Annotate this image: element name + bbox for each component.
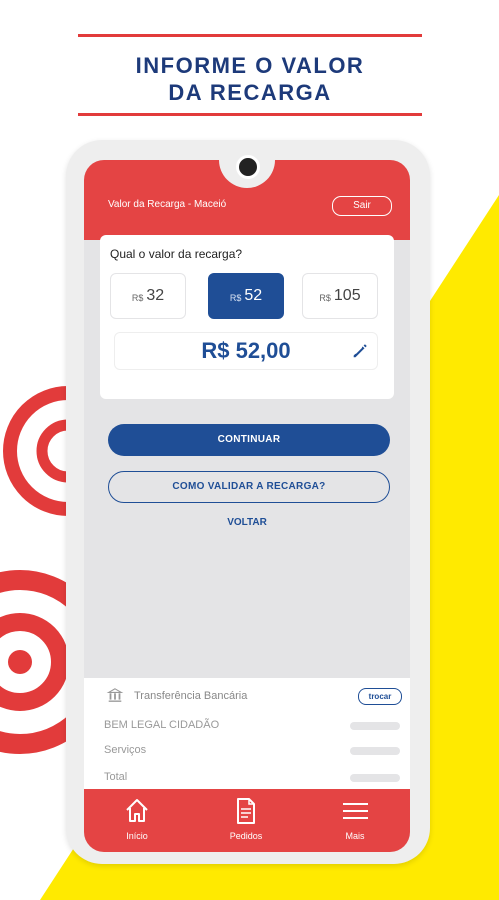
promo-title: INFORME O VALOR DA RECARGA: [78, 52, 422, 106]
value-placeholder: [350, 774, 400, 782]
continue-button[interactable]: CONTINUAR: [108, 424, 390, 456]
back-link[interactable]: VOLTAR: [84, 517, 410, 528]
amount-value: R$ 52,00: [201, 338, 291, 363]
currency-label: R$: [319, 293, 331, 303]
currency-label: R$: [229, 293, 242, 303]
payment-method: Transferência Bancária: [134, 690, 248, 702]
bank-transfer-icon: [106, 688, 124, 702]
option-amount: 32: [146, 287, 165, 304]
front-camera: [236, 155, 260, 179]
nav-label: Início: [126, 831, 148, 841]
nav-item-more[interactable]: Mais: [320, 797, 390, 847]
nav-label: Mais: [345, 831, 365, 841]
phone-frame: Valor da Recarga - Maceió Sair Qual o va…: [66, 140, 430, 864]
order-summary: Transferência Bancária trocar BEM LEGAL …: [84, 677, 410, 790]
nav-label: Pedidos: [229, 831, 263, 841]
recharge-question: Qual o valor da recarga?: [110, 247, 243, 261]
change-payment-button[interactable]: trocar: [358, 688, 402, 705]
bottom-navigation: Início Pedidos Mais: [84, 789, 410, 852]
summary-row-total: Total: [104, 771, 128, 783]
nav-item-orders[interactable]: Pedidos: [211, 797, 281, 847]
summary-row-services: Serviços: [104, 744, 147, 756]
home-icon: [126, 799, 148, 822]
value-option-52[interactable]: R$ 52: [208, 273, 284, 319]
header-title: Valor da Recarga - Maceió: [108, 199, 227, 210]
value-option-105[interactable]: R$ 105: [302, 273, 378, 319]
value-placeholder: [350, 747, 400, 755]
menu-icon: [343, 803, 368, 819]
app-screen: Valor da Recarga - Maceió Sair Qual o va…: [84, 160, 410, 852]
recharge-card: Qual o valor da recarga? R$ 32 R$ 52 R$ …: [100, 235, 394, 399]
top-divider: [78, 34, 422, 37]
promo-title-line-2: DA RECARGA: [168, 80, 332, 105]
value-option-32[interactable]: R$ 32: [110, 273, 186, 319]
promo-title-line-1: INFORME O VALOR: [135, 53, 365, 78]
bottom-divider: [78, 113, 422, 116]
how-to-validate-button[interactable]: COMO VALIDAR A RECARGA?: [108, 471, 390, 503]
exit-button[interactable]: Sair: [332, 196, 392, 216]
option-amount: 52: [244, 287, 263, 304]
document-icon: [237, 798, 255, 824]
amount-field[interactable]: R$ 52,00: [114, 332, 378, 370]
pencil-icon[interactable]: [351, 342, 369, 360]
currency-label: R$: [131, 293, 144, 303]
nav-item-home[interactable]: Início: [102, 797, 172, 847]
summary-row-product: BEM LEGAL CIDADÃO: [104, 719, 220, 731]
option-amount: 105: [333, 287, 361, 304]
value-placeholder: [350, 722, 400, 730]
